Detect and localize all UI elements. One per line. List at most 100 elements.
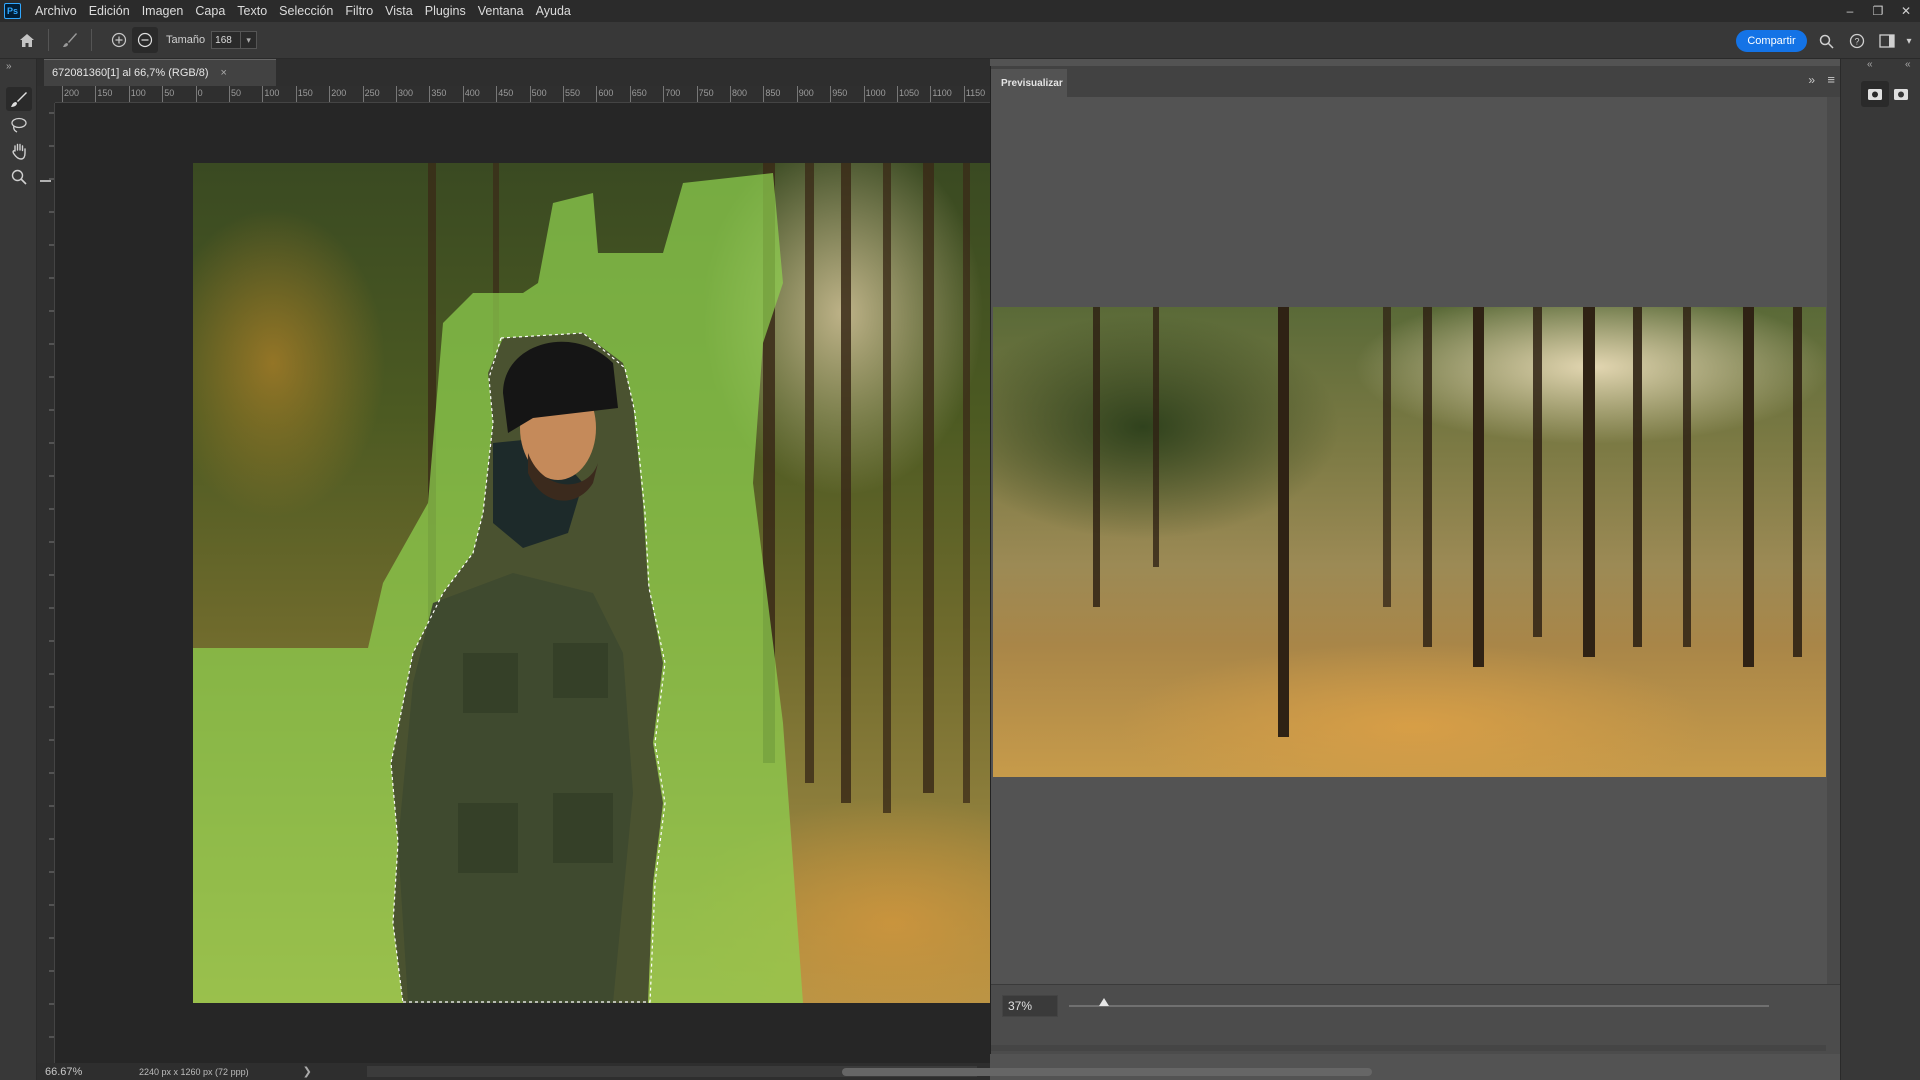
workspace-icon[interactable] — [1876, 30, 1898, 52]
ruler-tick — [963, 86, 965, 102]
menu-edicion[interactable]: Edición — [83, 4, 136, 18]
ruler-label: 150 — [97, 88, 113, 98]
ruler-label: 500 — [531, 88, 547, 98]
collapse-dock-icon[interactable]: « — [1905, 59, 1911, 70]
ruler-tick — [229, 86, 230, 102]
ruler-label: 450 — [498, 88, 514, 98]
photoshop-logo-icon: Ps — [4, 3, 21, 19]
ruler-tick — [730, 86, 731, 102]
chevron-right-icon[interactable]: ❯ — [303, 1065, 312, 1078]
document-tab[interactable]: 672081360[1] al 66,7% (RGB/8) × — [44, 59, 276, 86]
vertical-scrollbar[interactable] — [1827, 97, 1840, 1052]
camera-icon[interactable] — [1861, 81, 1889, 107]
ruler-tick — [429, 86, 431, 102]
right-dock: « « — [1840, 59, 1920, 1080]
home-icon[interactable] — [14, 27, 40, 53]
close-icon[interactable]: × — [221, 67, 227, 79]
collapse-panel-icon[interactable]: » — [1808, 73, 1815, 87]
ruler-label: 0 — [197, 88, 203, 98]
document-tabs: 672081360[1] al 66,7% (RGB/8) × — [37, 59, 990, 86]
ruler-label: 50 — [164, 88, 175, 98]
chevron-down-icon[interactable]: ▾ — [1898, 30, 1920, 52]
ruler-tick — [95, 86, 97, 102]
separator — [91, 29, 92, 51]
lasso-tool-icon[interactable] — [6, 113, 32, 137]
ruler-tick — [195, 86, 197, 102]
ruler-label: 700 — [665, 88, 681, 98]
menu-texto[interactable]: Texto — [231, 4, 273, 18]
horizontal-ruler: 200 150 100 50 0 50 100 150 200 250 300 350 400 450 50… — [55, 86, 990, 103]
collapse-dock-icon[interactable]: « — [1867, 59, 1873, 70]
panel-menu-icon[interactable]: ≡ — [1827, 72, 1835, 87]
ruler-tick — [62, 86, 63, 102]
zoom-level[interactable]: 66.67% — [45, 1066, 125, 1078]
search-icon[interactable] — [1815, 30, 1837, 52]
ruler-label: 1150 — [965, 88, 986, 98]
restore-button[interactable]: ❐ — [1864, 0, 1892, 22]
ruler-label: 950 — [832, 88, 848, 98]
ruler-tick — [596, 86, 598, 102]
size-label: Tamaño — [166, 34, 206, 46]
separator — [48, 29, 49, 51]
add-mode-icon[interactable] — [106, 27, 132, 53]
menu-archivo[interactable]: Archivo — [29, 4, 83, 18]
zoom-slider-handle[interactable] — [1099, 998, 1109, 1006]
zoom-tool-icon[interactable] — [6, 165, 32, 189]
ruler-tick — [329, 86, 331, 102]
ruler-tick — [496, 86, 498, 102]
ruler-tick — [930, 86, 932, 102]
ruler-label: 1100 — [932, 88, 952, 98]
ruler-label: 750 — [698, 88, 714, 98]
horizontal-scrollbar[interactable] — [991, 1045, 1826, 1051]
zoom-input[interactable]: 37% — [1002, 995, 1058, 1017]
subtract-mode-icon[interactable] — [132, 27, 158, 53]
hand-tool-icon[interactable] — [6, 139, 32, 163]
edited-photo[interactable] — [193, 163, 990, 1003]
menu-vista[interactable]: Vista — [379, 4, 419, 18]
document-canvas[interactable] — [55, 103, 990, 1063]
ruler-label: 650 — [631, 88, 647, 98]
menu-ventana[interactable]: Ventana — [472, 4, 530, 18]
ruler-tick — [863, 86, 865, 102]
menu-plugins[interactable]: Plugins — [419, 4, 472, 18]
ruler-tick — [897, 86, 898, 102]
ruler-tick — [362, 86, 364, 102]
horizontal-scrollbar[interactable] — [367, 1066, 1372, 1077]
brush-icon[interactable] — [57, 27, 83, 53]
ruler-tick — [629, 86, 631, 102]
ruler-label: 50 — [231, 88, 242, 98]
menu-imagen[interactable]: Imagen — [136, 4, 190, 18]
camera-icon[interactable] — [1887, 81, 1915, 107]
chevron-down-icon[interactable]: ▾ — [241, 31, 258, 49]
menu-capa[interactable]: Capa — [189, 4, 231, 18]
minimize-button[interactable]: – — [1836, 0, 1864, 22]
options-bar: Tamaño 168 ▾ Compartir ? ▾ — [0, 22, 1920, 59]
zoom-slider[interactable] — [1069, 1005, 1769, 1007]
ruler-label: 1000 — [865, 88, 886, 98]
menu-ayuda[interactable]: Ayuda — [530, 4, 577, 18]
ruler-tick — [128, 86, 130, 102]
close-window-button[interactable]: ✕ — [1892, 0, 1920, 22]
expand-panel-icon[interactable]: » — [6, 61, 12, 72]
svg-text:?: ? — [1854, 37, 1859, 47]
ruler-tick — [396, 86, 397, 102]
size-input[interactable]: 168 — [211, 31, 242, 49]
brush-tool-icon[interactable] — [6, 87, 32, 111]
ruler-corner — [37, 86, 55, 103]
help-icon[interactable]: ? — [1846, 30, 1868, 52]
preview-panel: Previsualizar » ≡ 37% — [990, 66, 1841, 1054]
ruler-label: 300 — [398, 88, 414, 98]
preview-tab-bar: Previsualizar » ≡ — [991, 66, 1841, 97]
ruler-label: 1050 — [899, 88, 920, 98]
ruler-label: 100 — [264, 88, 280, 98]
menu-filtro[interactable]: Filtro — [339, 4, 379, 18]
scrollbar-thumb[interactable] — [842, 1068, 1372, 1076]
ruler-tick — [796, 86, 798, 102]
menu-bar: Ps Archivo Edición Imagen Capa Texto Sel… — [0, 0, 1920, 22]
tab-preview[interactable]: Previsualizar — [991, 69, 1067, 97]
menu-seleccion[interactable]: Selección — [273, 4, 339, 18]
status-bar: 66.67% 2240 px x 1260 px (72 ppp) ❯ — [37, 1063, 1372, 1080]
ruler-label: 100 — [130, 88, 146, 98]
share-button[interactable]: Compartir — [1736, 30, 1807, 52]
ruler-label: 900 — [798, 88, 814, 98]
